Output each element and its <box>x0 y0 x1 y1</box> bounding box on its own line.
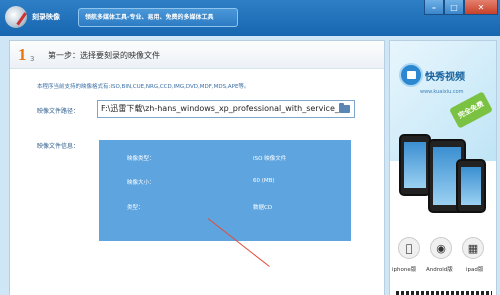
ad-tagline: www.kuaixiu.com <box>420 89 464 95</box>
info-key-type: 映像类型： <box>127 156 155 162</box>
main-panel: 1 3 第一步：选择要刻录的映像文件 本程序当前支持的映像格式有:ISO,BIN… <box>9 40 385 295</box>
info-value-type: ISO 映像文件 <box>253 156 287 162</box>
image-info-label: 映像文件信息： <box>37 143 80 150</box>
video-camera-icon <box>399 63 423 87</box>
burn-disc-icon <box>5 6 27 28</box>
window-controls: – □ ✕ <box>424 0 498 16</box>
supported-formats-text: 本程序当前支持的映像格式有:ISO,BIN,CUE,NRG,CCD,IMG,DV… <box>37 84 250 90</box>
step-total: 3 <box>30 55 35 63</box>
free-badge: 完全免费 <box>449 91 493 129</box>
ad-brand: 快秀视频 <box>425 72 465 83</box>
slogan-banner[interactable]: 领航多媒体工具-专业、易用、免费的多媒体工具 <box>78 8 238 27</box>
qr-code-strip <box>396 291 492 295</box>
step-header: 1 3 第一步：选择要刻录的映像文件 <box>10 41 384 69</box>
phone-image-2 <box>456 159 486 213</box>
image-path-field[interactable]: F:\迅雷下载\zh-hans_windows_xp_professional_… <box>97 100 355 118</box>
phone-image <box>399 134 431 196</box>
info-key-category: 类型： <box>127 205 144 211</box>
platform-label-android[interactable]: Android版 <box>426 265 453 273</box>
image-path-value: F:\迅雷下载\zh-hans_windows_xp_professional_… <box>101 104 339 113</box>
minimize-button[interactable]: – <box>424 0 444 15</box>
info-value-size: 60 (MB) <box>253 178 275 184</box>
platform-label-ipad[interactable]: ipad版 <box>466 265 483 273</box>
image-info-box: 映像类型： ISO 映像文件 映像大小： 60 (MB) 类型： 数据CD <box>99 140 351 241</box>
apple-icon[interactable]:  <box>398 237 420 259</box>
info-value-category: 数据CD <box>253 205 273 211</box>
folder-browse-icon[interactable] <box>339 103 350 113</box>
platform-label-iphone[interactable]: iphone版 <box>392 265 416 273</box>
info-key-size: 映像大小： <box>127 180 155 186</box>
title-bar: 刻录映像 领航多媒体工具-专业、易用、免费的多媒体工具 – □ ✕ <box>0 0 500 36</box>
ad-sidebar[interactable]: 快秀视频 www.kuaixiu.com 完全免费  iphone版 ◉ An… <box>389 40 497 295</box>
android-icon[interactable]: ◉ <box>430 237 452 259</box>
step-number: 1 <box>18 45 27 64</box>
step-title: 第一步：选择要刻录的映像文件 <box>48 51 160 60</box>
ipad-icon[interactable]: ▦ <box>462 237 484 259</box>
close-button[interactable]: ✕ <box>464 0 498 15</box>
app-title: 刻录映像 <box>32 13 60 21</box>
image-path-label: 映像文件路径： <box>37 108 80 115</box>
maximize-button[interactable]: □ <box>444 0 464 15</box>
